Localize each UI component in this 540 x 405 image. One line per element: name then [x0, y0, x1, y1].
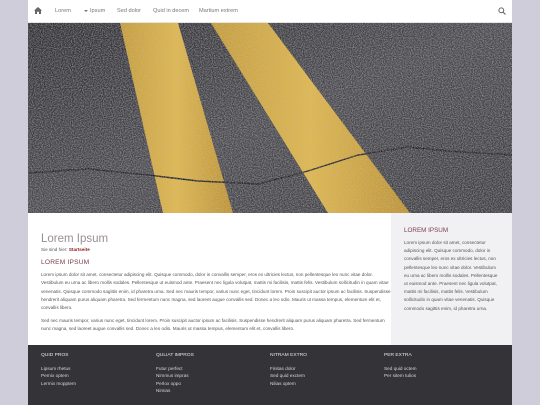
footer-heading: QULIAT IMPROS: [156, 353, 194, 358]
body-paragraph: Sed nec mauris tempor, varius nunc eget,…: [41, 318, 385, 332]
footer-column: QULIAT IMPROS Futur perfect Nimmus impra…: [156, 353, 194, 394]
home-icon[interactable]: [34, 7, 42, 14]
breadcrumb: Sie sind hier: Startseite: [41, 247, 90, 252]
sidebar-text: Lorem ipsum dolor sit amet, consectetur …: [404, 240, 498, 311]
footer-link[interactable]: Nimmus impras: [156, 372, 194, 379]
footer-column: PER EXTRA Sed quid octem Per sitem tulio…: [384, 353, 417, 380]
hero-image: [28, 23, 512, 213]
footer-column: QUID PROS Lipsum rhetus Pernix optem Ler…: [41, 353, 76, 387]
footer-link[interactable]: Sed quid octem: [384, 365, 417, 372]
nav-item-ipsum[interactable]: Ipsum: [90, 0, 105, 22]
footer-link[interactable]: Lermix mopptem: [41, 380, 76, 387]
nav-item-quid-in-decem[interactable]: Quid in decem: [153, 0, 189, 22]
top-navigation: Lorem Ipsum Sed dolor Quid in decem Mart…: [28, 0, 512, 23]
nav-item-label: Lorem: [55, 8, 71, 14]
chevron-down-icon: [84, 9, 89, 12]
page-frame: Lorem Ipsum Sed dolor Quid in decem Mart…: [28, 0, 512, 405]
footer-heading: NITRAM EXTRO: [270, 353, 307, 358]
footer-link[interactable]: Futur perfect: [156, 365, 194, 372]
breadcrumb-current[interactable]: Startseite: [69, 247, 90, 252]
footer-link[interactable]: Nilias optem: [270, 380, 307, 387]
nav-item-sed-dolor[interactable]: Sed dolor: [117, 0, 141, 22]
breadcrumb-prefix: Sie sind hier:: [41, 247, 68, 252]
sidebar-heading: LOREM IPSUM: [404, 227, 449, 234]
section-heading: LOREM IPSUM: [41, 259, 90, 266]
footer-link[interactable]: Nimias: [156, 387, 194, 394]
content-area: Lorem Ipsum Sie sind hier: Startseite LO…: [28, 213, 512, 345]
nav-item-lorem[interactable]: Lorem: [55, 0, 89, 22]
page-title: Lorem Ipsum: [41, 232, 109, 245]
footer-link[interactable]: Per sitem tulios: [384, 372, 417, 379]
sidebar: LOREM IPSUM Lorem ipsum dolor sit amet, …: [391, 213, 512, 345]
footer-link[interactable]: Lipsum rhetus: [41, 365, 76, 372]
footer-link[interactable]: Perlox oppo: [156, 380, 194, 387]
footer-heading: PER EXTRA: [384, 353, 412, 358]
footer-link[interactable]: Pernix optem: [41, 372, 76, 379]
footer-heading: QUID PROS: [41, 353, 69, 358]
footer-link[interactable]: Finitas dolor: [270, 365, 307, 372]
footer-column: NITRAM EXTRO Finitas dolor Sed quid exct…: [270, 353, 307, 387]
footer-link[interactable]: Sed quid exctem: [270, 372, 307, 379]
body-paragraph: Lorem ipsum dolor sit amet, consectetur …: [41, 272, 391, 311]
search-icon[interactable]: [498, 7, 506, 15]
nav-item-martium-extrem[interactable]: Martium extrem: [199, 0, 238, 22]
road-photo: [28, 23, 512, 213]
footer: QUID PROS Lipsum rhetus Pernix optem Ler…: [28, 345, 512, 405]
